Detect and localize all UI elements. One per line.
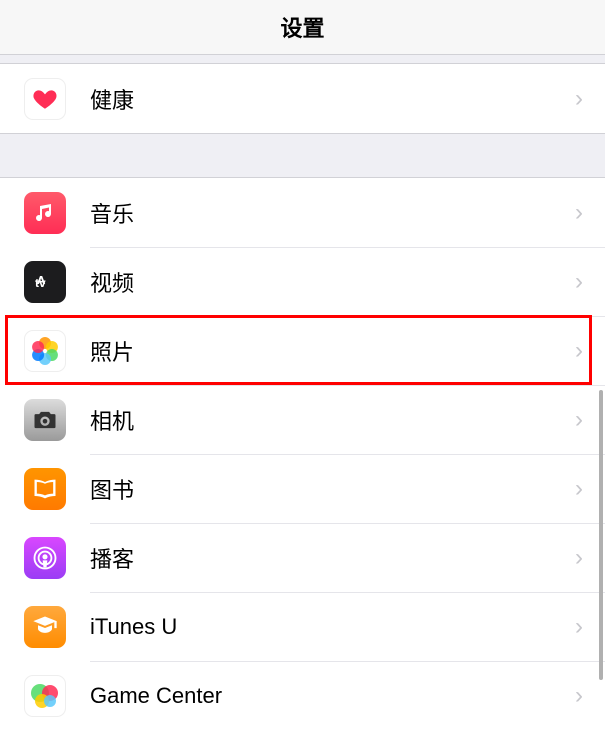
row-label: 健康 — [90, 83, 575, 115]
settings-group-1: 健康 › — [0, 63, 605, 133]
books-icon — [24, 468, 66, 510]
row-music[interactable]: 音乐 › — [0, 178, 605, 247]
row-video[interactable]: tv 视频 › — [0, 247, 605, 316]
chevron-right-icon: › — [575, 199, 583, 227]
row-label: 相机 — [90, 404, 575, 436]
row-label: 播客 — [90, 542, 575, 574]
row-label: 照片 — [90, 335, 575, 367]
chevron-right-icon: › — [575, 85, 583, 113]
itunesu-icon — [24, 606, 66, 648]
gamecenter-icon — [24, 675, 66, 717]
camera-icon — [24, 399, 66, 441]
row-podcasts[interactable]: 播客 › — [0, 523, 605, 592]
health-icon — [24, 78, 66, 120]
spacer — [0, 133, 605, 178]
row-gamecenter[interactable]: Game Center › — [0, 661, 605, 730]
spacer — [0, 55, 605, 63]
row-camera[interactable]: 相机 › — [0, 385, 605, 454]
photos-icon — [24, 330, 66, 372]
row-itunesu[interactable]: iTunes U › — [0, 592, 605, 661]
row-photos[interactable]: 照片 › — [0, 316, 605, 385]
row-label: iTunes U — [90, 614, 575, 640]
chevron-right-icon: › — [575, 544, 583, 572]
row-label: 视频 — [90, 266, 575, 298]
chevron-right-icon: › — [575, 475, 583, 503]
settings-group-2: 音乐 › tv 视频 › 照片 › 相机 › — [0, 178, 605, 730]
row-label: 音乐 — [90, 197, 575, 229]
podcasts-icon — [24, 537, 66, 579]
chevron-right-icon: › — [575, 682, 583, 710]
video-icon: tv — [24, 261, 66, 303]
chevron-right-icon: › — [575, 613, 583, 641]
row-label: 图书 — [90, 473, 575, 505]
page-title: 设置 — [0, 0, 605, 55]
chevron-right-icon: › — [575, 337, 583, 365]
music-icon — [24, 192, 66, 234]
svg-text:tv: tv — [35, 276, 46, 290]
chevron-right-icon: › — [575, 268, 583, 296]
row-health[interactable]: 健康 › — [0, 64, 605, 133]
chevron-right-icon: › — [575, 406, 583, 434]
scrollbar[interactable] — [599, 390, 603, 680]
row-label: Game Center — [90, 683, 575, 709]
row-books[interactable]: 图书 › — [0, 454, 605, 523]
